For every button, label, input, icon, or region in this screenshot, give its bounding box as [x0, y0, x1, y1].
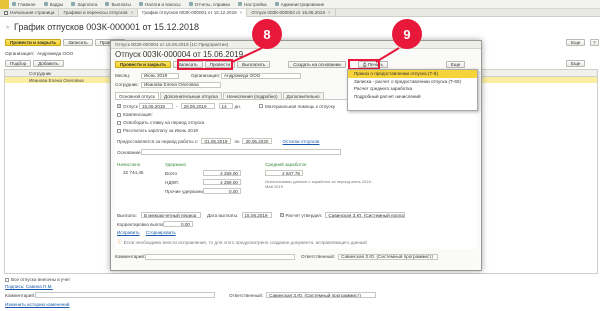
bg-comment-field[interactable]: [35, 292, 215, 298]
callout-9-arrow: [375, 47, 400, 63]
all-entered-checkbox[interactable]: [5, 277, 9, 282]
history-link[interactable]: Изменить историю изменений: [5, 302, 69, 307]
callout-8-arrow: [231, 47, 263, 63]
signature-link[interactable]: Подпись: Савина П.М.: [5, 284, 53, 289]
bg-comment-row: Комментарий: Ответственный: Савинская З.…: [5, 292, 377, 298]
bg-responsible-field[interactable]: Савинская З.Ю. (Системный программист): [266, 292, 377, 298]
callout-arrows: [231, 47, 400, 63]
all-entered-row: Все отпуска внесены в учет: [5, 277, 70, 282]
bg-footer: Все отпуска внесены в учет Подпись: Сави…: [0, 274, 600, 311]
